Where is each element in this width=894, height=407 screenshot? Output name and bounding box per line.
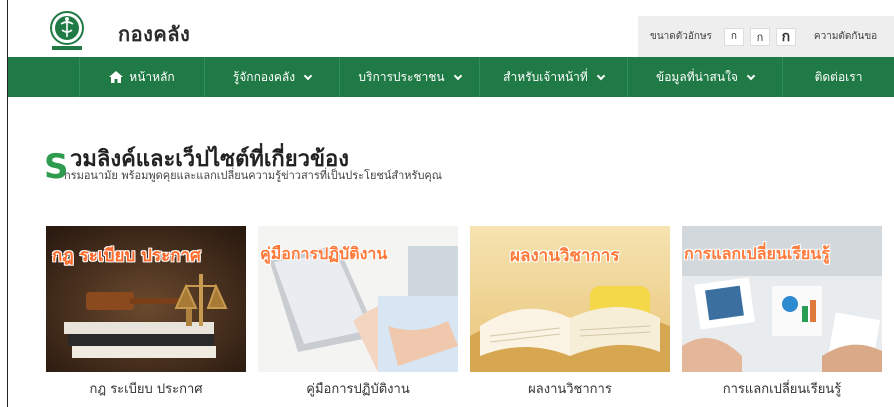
nav-item-label: สำหรับเจ้าหน้าที่ — [503, 69, 588, 84]
nav-item-label: ข้อมูลที่น่าสนใจ — [656, 69, 738, 84]
card-manual-image[interactable]: คู่มือการปฏิบัติงาน — [258, 226, 458, 372]
chevron-down-icon — [303, 71, 313, 80]
card-academic-image[interactable]: ผลงานวิชาการ — [470, 226, 670, 372]
chevron-down-icon — [746, 71, 756, 80]
nav-item-label: รู้จักกองคลัง — [232, 69, 296, 84]
nav-item-staff[interactable]: สำหรับเจ้าหน้าที่ — [480, 57, 628, 97]
font-medium-button[interactable]: ก — [749, 27, 770, 46]
nav-spacer — [8, 57, 80, 97]
nav-item-home[interactable]: หน้าหลัก — [80, 57, 205, 97]
chevron-down-icon — [596, 71, 606, 80]
nav-item-contact[interactable]: ติดต่อเรา — [783, 57, 894, 97]
card-overlay-text: กฎ ระเบียบ ประกาศ — [52, 246, 201, 266]
contrast-label[interactable]: ความตัดกันขอ — [814, 29, 877, 44]
nav-item-public-services[interactable]: บริการประชาชน — [340, 57, 480, 97]
main-nav: หน้าหลัก รู้จักกองคลัง บริการประชาชน สำห… — [8, 57, 894, 97]
header: กองคลัง ขนาดตัวอักษร ก ก ก ความตัดกันขอ — [8, 0, 894, 57]
nav-item-label: หน้าหลัก — [129, 69, 175, 84]
home-icon — [109, 71, 124, 83]
nav-item-label: บริการประชาชน — [358, 69, 445, 84]
font-size-label: ขนาดตัวอักษร — [650, 31, 712, 42]
card-label-knowledge[interactable]: การแลกเปลี่ยนเรียนรู้ — [682, 378, 882, 399]
department-logo[interactable] — [46, 10, 88, 52]
nav-item-info[interactable]: ข้อมูลที่น่าสนใจ — [628, 57, 783, 97]
font-large-button[interactable]: ก — [775, 27, 796, 46]
card-label-academic[interactable]: ผลงานวิชาการ — [470, 378, 670, 399]
card-overlay-text: ผลงานวิชาการ — [510, 246, 620, 266]
card-laws-image[interactable]: กฎ ระเบียบ ประกาศ — [46, 226, 246, 372]
nav-item-label: ติดต่อเรา — [814, 69, 863, 84]
card-overlay-text: การแลกเปลี่ยนเรียนรู้ — [684, 244, 830, 263]
nav-item-about[interactable]: รู้จักกองคลัง — [205, 57, 340, 97]
card-knowledge-image[interactable]: การแลกเปลี่ยนเรียนรู้ — [682, 226, 882, 372]
utility-bar: ขนาดตัวอักษร ก ก ก ความตัดกันขอ — [638, 16, 894, 57]
font-small-button[interactable]: ก — [723, 27, 744, 46]
site-title[interactable]: กองคลัง — [118, 18, 190, 50]
card-label-laws[interactable]: กฎ ระเบียบ ประกาศ — [46, 378, 246, 399]
card-label-manual[interactable]: คู่มือการปฏิบัติงาน — [258, 378, 458, 399]
card-overlay-text: คู่มือการปฏิบัติงาน — [260, 244, 388, 263]
section-subtitle: กรมอนามัย พร้อมพูดคุยและแลกเปลี่ยนความรู… — [64, 169, 442, 182]
chevron-down-icon — [453, 71, 462, 80]
